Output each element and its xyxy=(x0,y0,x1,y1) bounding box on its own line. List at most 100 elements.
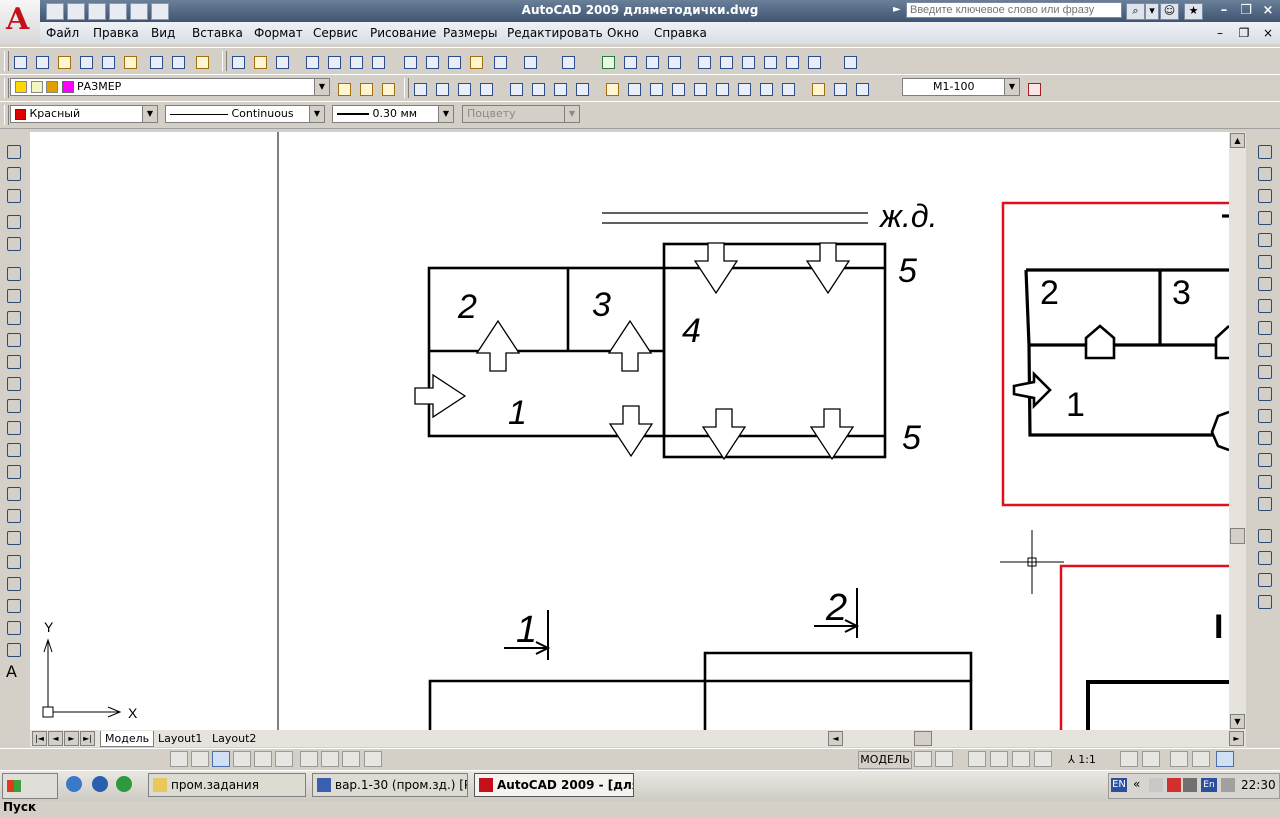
menu-draw[interactable]: Рисование xyxy=(370,26,436,40)
toolbar-grip[interactable] xyxy=(4,105,9,125)
help-icon[interactable] xyxy=(840,52,858,70)
chamfer-icon[interactable] xyxy=(1255,450,1273,468)
ellipse-arc-icon[interactable] xyxy=(4,484,22,502)
menu-help[interactable]: Справка xyxy=(654,26,707,40)
doc-close-icon[interactable]: × xyxy=(1260,26,1276,40)
draw-order-above-icon[interactable] xyxy=(1255,570,1273,588)
doc-minimize-icon[interactable]: – xyxy=(1212,26,1228,40)
layout-icon[interactable] xyxy=(4,212,22,230)
continue-dim-icon[interactable] xyxy=(646,79,664,97)
find-replace-icon[interactable] xyxy=(76,52,94,70)
menu-modify[interactable]: Редактировать xyxy=(507,26,603,40)
dim-break-icon[interactable] xyxy=(690,79,708,97)
quick-dim-icon[interactable] xyxy=(602,79,620,97)
zoom-realtime-icon[interactable] xyxy=(620,52,638,70)
spline-icon[interactable] xyxy=(4,440,22,458)
workspace-switching-icon[interactable] xyxy=(1170,751,1188,767)
annotation-visibility-icon[interactable] xyxy=(1120,751,1138,767)
gradient-icon[interactable] xyxy=(4,596,22,614)
tolerance-icon[interactable] xyxy=(712,79,730,97)
diameter-dim-icon[interactable] xyxy=(550,79,568,97)
draw-order-front-icon[interactable] xyxy=(1255,526,1273,544)
tool-palettes-icon[interactable] xyxy=(738,52,756,70)
publish-icon[interactable] xyxy=(346,52,364,70)
properties-icon[interactable] xyxy=(694,52,712,70)
region-icon[interactable] xyxy=(4,618,22,636)
color-combo[interactable]: Красный ▼ xyxy=(10,105,158,123)
markup-set-icon[interactable] xyxy=(782,52,800,70)
center-mark-icon[interactable] xyxy=(734,79,752,97)
prev-tab-icon[interactable]: ◄ xyxy=(48,731,63,746)
rotate-icon[interactable] xyxy=(1255,274,1273,292)
lineweight-combo[interactable]: 0.30 мм ▼ xyxy=(332,105,454,123)
drawing-canvas[interactable]: ж.д. 2 3 4 1 5 5 2 3 1 I 1 2 Y X xyxy=(30,132,1229,730)
search-icon[interactable]: ⌕ xyxy=(1126,3,1145,20)
close-icon[interactable]: × xyxy=(1258,3,1278,19)
network-icon[interactable] xyxy=(1149,778,1163,792)
pan-icon[interactable] xyxy=(598,52,616,70)
draw-order-back-icon[interactable] xyxy=(1255,548,1273,566)
menu-window[interactable]: Окно xyxy=(607,26,639,40)
vertical-scroll-thumb[interactable] xyxy=(1230,528,1245,544)
chevron-down-icon[interactable]: ▼ xyxy=(314,79,329,95)
sheet-set-icon[interactable] xyxy=(760,52,778,70)
save-file-icon[interactable] xyxy=(272,52,290,70)
search-input[interactable] xyxy=(906,2,1122,18)
quick-view-layouts-icon[interactable] xyxy=(914,751,932,767)
multiline-text-icon[interactable] xyxy=(32,52,50,70)
undo-arrow-icon[interactable] xyxy=(520,52,538,70)
revision-cloud-icon[interactable] xyxy=(4,418,22,436)
task-autocad[interactable]: AutoCAD 2009 - [для... xyxy=(474,773,634,797)
offset-icon[interactable] xyxy=(1255,208,1273,226)
copy-object-icon[interactable] xyxy=(1255,164,1273,182)
model-space-button[interactable]: МОДЕЛЬ xyxy=(858,751,912,769)
mirror-icon[interactable] xyxy=(1255,186,1273,204)
polygon-icon[interactable] xyxy=(4,330,22,348)
search-dropdown-icon[interactable]: ▾ xyxy=(1145,3,1159,20)
antivirus-icon[interactable] xyxy=(1167,778,1181,792)
make-object-layer-current-icon[interactable] xyxy=(334,79,352,97)
qnew-icon[interactable] xyxy=(228,52,246,70)
tab-model[interactable]: Модель xyxy=(100,731,155,747)
grid-display-icon[interactable] xyxy=(191,751,209,767)
last-tab-icon[interactable]: ►| xyxy=(80,731,95,746)
3d-dwf-icon[interactable] xyxy=(368,52,386,70)
menu-file[interactable]: Файл xyxy=(46,26,79,40)
snap-mode-icon[interactable] xyxy=(170,751,188,767)
redo-icon[interactable] xyxy=(151,3,169,20)
zoom-status-icon[interactable] xyxy=(990,751,1008,767)
cut-icon[interactable] xyxy=(400,52,418,70)
menu-dimension[interactable]: Размеры xyxy=(443,26,498,40)
dimension-aligned-icon[interactable] xyxy=(4,164,22,182)
annotation-scale[interactable]: ⅄ 1:1 xyxy=(1068,752,1110,768)
linear-dim-icon[interactable] xyxy=(410,79,428,97)
showmotion-icon[interactable] xyxy=(1034,751,1052,767)
design-center-icon[interactable] xyxy=(716,52,734,70)
stretch-icon[interactable] xyxy=(1255,318,1273,336)
ortho-mode-icon[interactable] xyxy=(212,751,230,767)
viewport-icon[interactable] xyxy=(4,234,22,252)
spelling-icon[interactable] xyxy=(98,52,116,70)
table-icon[interactable] xyxy=(4,640,22,658)
dynamic-ucs-icon[interactable] xyxy=(300,751,318,767)
chevron-down-icon[interactable]: ▼ xyxy=(1004,79,1019,95)
keyboard-layout-indicator[interactable]: En xyxy=(1201,778,1217,792)
redo-arrow-icon[interactable] xyxy=(558,52,576,70)
point-icon[interactable] xyxy=(4,552,22,570)
inspection-icon[interactable] xyxy=(756,79,774,97)
block-editor-icon[interactable] xyxy=(490,52,508,70)
next-tab-icon[interactable]: ► xyxy=(64,731,79,746)
dim-text-edit-icon[interactable] xyxy=(830,79,848,97)
rectangle-icon[interactable] xyxy=(4,352,22,370)
internet-explorer-icon[interactable] xyxy=(92,776,108,792)
jogged-linear-icon[interactable] xyxy=(778,79,796,97)
open-file-icon[interactable] xyxy=(250,52,268,70)
quickcalc-icon[interactable] xyxy=(804,52,822,70)
print-icon[interactable] xyxy=(109,3,127,20)
quick-properties-icon[interactable] xyxy=(364,751,382,767)
justify-text-icon[interactable] xyxy=(168,52,186,70)
arc-length-icon[interactable] xyxy=(454,79,472,97)
menu-tools[interactable]: Сервис xyxy=(313,26,358,40)
hatch-icon[interactable] xyxy=(4,186,22,204)
ordinate-dim-icon[interactable] xyxy=(476,79,494,97)
